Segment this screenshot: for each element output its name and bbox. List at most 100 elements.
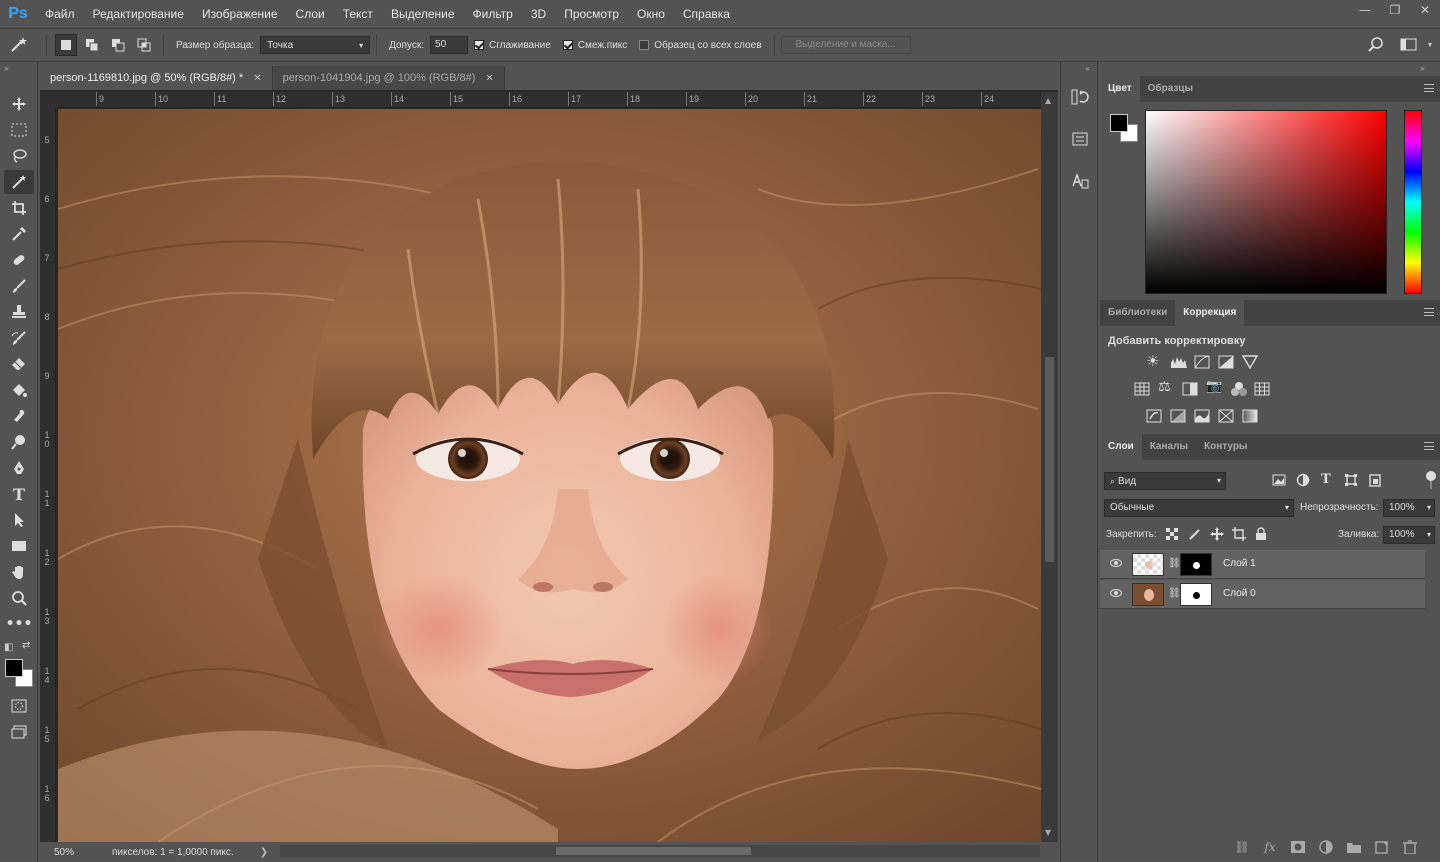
lock-transparent-icon[interactable] <box>1166 528 1178 540</box>
menu-file[interactable]: Файл <box>36 0 84 28</box>
smudge-tool-icon[interactable] <box>4 404 34 428</box>
hand-tool-icon[interactable] <box>4 560 34 584</box>
filter-type-icon[interactable]: T <box>1321 472 1331 487</box>
menu-3d[interactable]: 3D <box>522 0 555 28</box>
foreground-color-swatch[interactable] <box>5 659 23 677</box>
history-icon[interactable] <box>1069 86 1091 108</box>
vertical-scroll-thumb[interactable] <box>1045 357 1054 562</box>
close-icon[interactable]: ✕ <box>253 73 261 84</box>
filter-shape-icon[interactable] <box>1344 473 1358 487</box>
sample-size-select[interactable]: Точка ▾ <box>260 36 371 54</box>
zoom-level[interactable]: 50% <box>54 847 104 858</box>
fx-icon[interactable]: fx <box>1262 840 1278 854</box>
tolerance-input[interactable]: 50 <box>430 36 469 54</box>
panel-menu-icon[interactable] <box>1424 308 1434 316</box>
hue-saturation-icon[interactable] <box>1134 382 1150 396</box>
zoom-tool-icon[interactable] <box>4 586 34 610</box>
menu-layers[interactable]: Слои <box>287 0 334 28</box>
layer-row-layer1[interactable]: ⛓ Слой 1 <box>1100 550 1425 579</box>
layer-mask-thumbnail[interactable] <box>1180 583 1212 606</box>
move-tool-icon[interactable] <box>4 92 34 116</box>
subtract-selection-icon[interactable] <box>107 34 129 56</box>
black-white-icon[interactable] <box>1182 382 1198 396</box>
lock-pixels-icon[interactable] <box>1188 527 1202 541</box>
healing-brush-tool-icon[interactable] <box>4 248 34 272</box>
history-brush-tool-icon[interactable] <box>4 326 34 350</box>
menu-filter[interactable]: Фильтр <box>464 0 522 28</box>
photo-filter-icon[interactable]: 📷 <box>1206 379 1222 394</box>
blend-mode-select[interactable]: Обычные ▾ <box>1104 499 1294 517</box>
visibility-eye-icon[interactable] <box>1110 589 1122 597</box>
tab-libraries[interactable]: Библиотеки <box>1100 300 1175 326</box>
screen-mode-icon[interactable] <box>4 720 34 744</box>
properties-icon[interactable] <box>1069 128 1091 150</box>
rectangle-tool-icon[interactable] <box>4 534 34 558</box>
visibility-eye-icon[interactable] <box>1110 559 1122 567</box>
chevron-down-icon[interactable]: ▾ <box>1428 40 1432 49</box>
antialias-checkbox[interactable]: Сглаживание <box>474 40 551 51</box>
restore-button[interactable]: ❐ <box>1380 0 1410 20</box>
workspace-icon[interactable] <box>1400 38 1418 55</box>
dodge-tool-icon[interactable] <box>4 430 34 454</box>
lock-all-icon[interactable] <box>1255 527 1267 541</box>
posterize-icon[interactable] <box>1170 409 1186 423</box>
expand-icon[interactable]: « <box>1085 64 1090 73</box>
tab-channels[interactable]: Каналы <box>1142 434 1196 460</box>
threshold-icon[interactable] <box>1194 409 1210 423</box>
color-panel-foreground-swatch[interactable] <box>1110 114 1128 132</box>
menu-edit[interactable]: Редактирование <box>84 0 193 28</box>
color-picker-field[interactable] <box>1145 110 1387 294</box>
vibrance-icon[interactable] <box>1242 355 1258 369</box>
tab-layers[interactable]: Слои <box>1100 434 1142 460</box>
filter-toggle[interactable] <box>1426 471 1436 489</box>
swap-colors-icon[interactable]: ⇄ <box>22 640 30 651</box>
gradient-map-icon[interactable] <box>1242 409 1258 423</box>
character-icon[interactable] <box>1069 170 1091 192</box>
default-colors-icon[interactable]: ◧ <box>4 642 13 653</box>
new-adjustment-layer-icon[interactable] <box>1318 840 1334 854</box>
tab-person-1041904[interactable]: person-1041904.jpg @ 100% (RGB/8#) ✕ <box>272 66 505 90</box>
chevron-down-icon[interactable]: ▼ <box>1045 828 1051 837</box>
lock-artboard-icon[interactable] <box>1232 527 1246 541</box>
clone-stamp-tool-icon[interactable] <box>4 300 34 324</box>
link-icon[interactable]: ⛓ <box>1168 588 1181 599</box>
add-mask-icon[interactable] <box>1290 840 1306 854</box>
intersect-selection-icon[interactable] <box>133 34 155 56</box>
horizontal-scroll-thumb[interactable] <box>556 847 751 855</box>
color-balance-icon[interactable]: ⚖ <box>1158 379 1171 395</box>
exposure-icon[interactable] <box>1218 355 1234 369</box>
tab-person-1169810[interactable]: person-1169810.jpg @ 50% (RGB/8#) * ✕ <box>40 66 273 90</box>
magic-wand-preset-icon[interactable] <box>0 36 40 54</box>
paint-bucket-tool-icon[interactable] <box>4 378 34 402</box>
type-tool-icon[interactable]: T <box>4 482 34 506</box>
lasso-tool-icon[interactable] <box>4 144 34 168</box>
curves-icon[interactable] <box>1194 355 1210 369</box>
layer-filter-select[interactable]: ⌕ Вид ▾ <box>1104 472 1226 490</box>
pen-tool-icon[interactable] <box>4 456 34 480</box>
document-canvas[interactable] <box>58 109 1041 842</box>
filter-adjustment-icon[interactable] <box>1296 473 1310 487</box>
eyedropper-tool-icon[interactable] <box>4 222 34 246</box>
panel-menu-icon[interactable] <box>1424 442 1434 450</box>
trash-icon[interactable] <box>1402 840 1418 854</box>
more-tools-icon[interactable]: ••• <box>4 612 34 636</box>
contiguous-checkbox[interactable]: Смеж.пикс <box>562 40 627 51</box>
status-menu-arrow[interactable]: ❯ <box>260 847 268 858</box>
minimize-button[interactable]: — <box>1350 0 1380 20</box>
magic-wand-tool-icon[interactable] <box>4 170 34 194</box>
menu-help[interactable]: Справка <box>674 0 739 28</box>
color-lookup-icon[interactable] <box>1254 382 1270 396</box>
invert-icon[interactable] <box>1146 409 1162 423</box>
link-icon[interactable]: ⛓ <box>1168 558 1181 569</box>
hue-slider[interactable] <box>1404 110 1422 294</box>
new-selection-icon[interactable] <box>55 34 77 56</box>
brightness-contrast-icon[interactable]: ☀ <box>1146 352 1159 370</box>
link-layers-icon[interactable]: ⛓ <box>1234 840 1250 854</box>
panel-menu-icon[interactable] <box>1424 84 1434 92</box>
tab-adjustments[interactable]: Коррекция <box>1175 300 1245 326</box>
eraser-tool-icon[interactable] <box>4 352 34 376</box>
menu-window[interactable]: Окно <box>628 0 674 28</box>
filter-smart-object-icon[interactable] <box>1368 473 1382 487</box>
sample-all-layers-checkbox[interactable]: Образец со всех слоев <box>639 40 762 51</box>
layer-mask-thumbnail[interactable] <box>1180 553 1212 576</box>
